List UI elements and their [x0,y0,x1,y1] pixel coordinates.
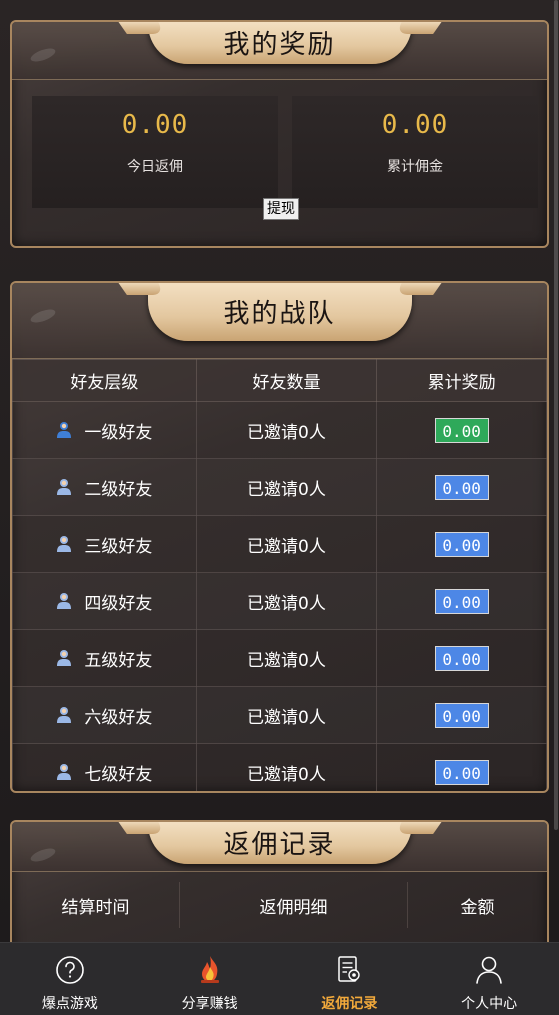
record-document-icon [338,956,361,982]
reward-amount-badge: 0.00 [434,702,489,728]
records-table-header: 结算时间 返佣明细 金额 [12,882,547,928]
nav-label: 爆点游戏 [41,996,98,1012]
nav-item-share[interactable]: 分享赚钱 [140,943,280,1015]
today-commission-label: 今日返佣 [127,159,183,175]
total-commission-box: 0.00 累计佣金 [292,96,538,208]
user-icon [57,479,72,495]
reward-amount-badge: 0.00 [434,417,489,443]
table-row: 四级好友 已邀请0人 0.00 [12,572,547,630]
column-header-count: 好友数量 [195,359,378,402]
rewards-panel: 我的奖励 0.00 今日返佣 0.00 累计佣金 提现 [10,20,549,248]
reward-amount-badge: 0.00 [434,531,489,557]
reward-amount-badge: 0.00 [434,588,489,614]
friend-count: 已邀请0人 [195,686,378,744]
nav-item-profile[interactable]: 个人中心 [419,943,559,1015]
column-header-reward: 累计奖励 [376,359,547,402]
friend-count: 已邀请0人 [195,629,378,687]
user-icon [57,593,72,609]
reward-cell: 0.00 [376,458,547,516]
level-cell: 五级好友 [12,629,197,687]
level-cell: 四级好友 [12,572,197,630]
reward-cell: 0.00 [376,686,547,744]
friend-count: 已邀请0人 [195,515,378,573]
level-cell: 二级好友 [12,458,197,516]
reward-cell: 0.00 [376,515,547,573]
today-commission-box: 0.00 今日返佣 [32,96,278,208]
table-row: 一级好友 已邀请0人 0.00 [12,401,547,459]
level-cell: 六级好友 [12,686,197,744]
level-cell: 七级好友 [12,743,197,791]
column-header-level: 好友层级 [12,359,197,402]
table-row: 三级好友 已邀请0人 0.00 [12,515,547,573]
friend-count: 已邀请0人 [195,572,378,630]
level-label: 六级好友 [84,707,153,728]
team-panel: 我的战队 好友层级 好友数量 累计奖励 一级好友 已邀请0人 0.00 二级好友 已邀请… [10,281,549,793]
bottom-nav: 爆点游戏 分享赚钱 返佣记录 个人中心 [0,942,559,1015]
records-panel: 返佣记录 结算时间 返佣明细 金额 [10,820,549,942]
level-label: 七级好友 [84,764,153,785]
total-commission-value: 0.00 [381,110,449,140]
reward-cell: 0.00 [376,572,547,630]
level-label: 二级好友 [84,479,153,500]
level-cell: 一级好友 [12,401,197,459]
user-icon [57,707,72,723]
column-header-detail: 返佣明细 [180,882,408,928]
friend-count: 已邀请0人 [195,743,378,791]
question-circle-icon [56,956,84,984]
level-cell: 三级好友 [12,515,197,573]
reward-cell: 0.00 [376,629,547,687]
reward-cell: 0.00 [376,743,547,791]
reward-amount-badge: 0.00 [434,645,489,671]
level-label: 三级好友 [84,536,153,557]
nav-item-records[interactable]: 返佣记录 [280,943,420,1015]
reward-amount-badge: 0.00 [434,474,489,500]
withdraw-button[interactable]: 提现 [263,198,299,220]
table-row: 七级好友 已邀请0人 0.00 [12,743,547,791]
user-icon [57,650,72,666]
column-header-time: 结算时间 [12,882,180,928]
table-row: 六级好友 已邀请0人 0.00 [12,686,547,744]
user-icon [57,536,72,552]
reward-cell: 0.00 [376,401,547,459]
table-row: 五级好友 已邀请0人 0.00 [12,629,547,687]
flame-icon [200,956,219,983]
table-header-row: 好友层级 好友数量 累计奖励 [12,359,547,402]
friend-count: 已邀请0人 [195,458,378,516]
level-label: 一级好友 [84,422,153,443]
records-title: 返佣记录 [223,829,336,860]
team-title: 我的战队 [223,298,336,329]
reward-amount-badge: 0.00 [434,759,489,785]
user-icon [57,422,72,438]
user-profile-icon [476,956,502,984]
rewards-title: 我的奖励 [223,29,336,60]
table-row: 二级好友 已邀请0人 0.00 [12,458,547,516]
column-header-amount: 金额 [460,897,495,918]
nav-label: 返佣记录 [321,996,378,1012]
level-label: 五级好友 [84,650,153,671]
team-title-ribbon: 我的战队 [147,283,412,341]
level-label: 四级好友 [84,593,153,614]
rewards-title-ribbon: 我的奖励 [147,22,412,64]
today-commission-value: 0.00 [121,110,189,140]
nav-item-games[interactable]: 爆点游戏 [0,943,140,1015]
team-table: 好友层级 好友数量 累计奖励 一级好友 已邀请0人 0.00 二级好友 已邀请0人 0.0… [12,359,547,791]
user-icon [57,764,72,780]
scrollbar[interactable] [554,0,558,830]
friend-count: 已邀请0人 [195,401,378,459]
records-title-ribbon: 返佣记录 [147,822,412,864]
total-commission-label: 累计佣金 [387,159,443,175]
nav-label: 分享赚钱 [181,996,238,1012]
nav-label: 个人中心 [461,996,518,1012]
main-content[interactable]: 我的奖励 0.00 今日返佣 0.00 累计佣金 提现 我的战队 好友层级 好友… [0,0,559,942]
